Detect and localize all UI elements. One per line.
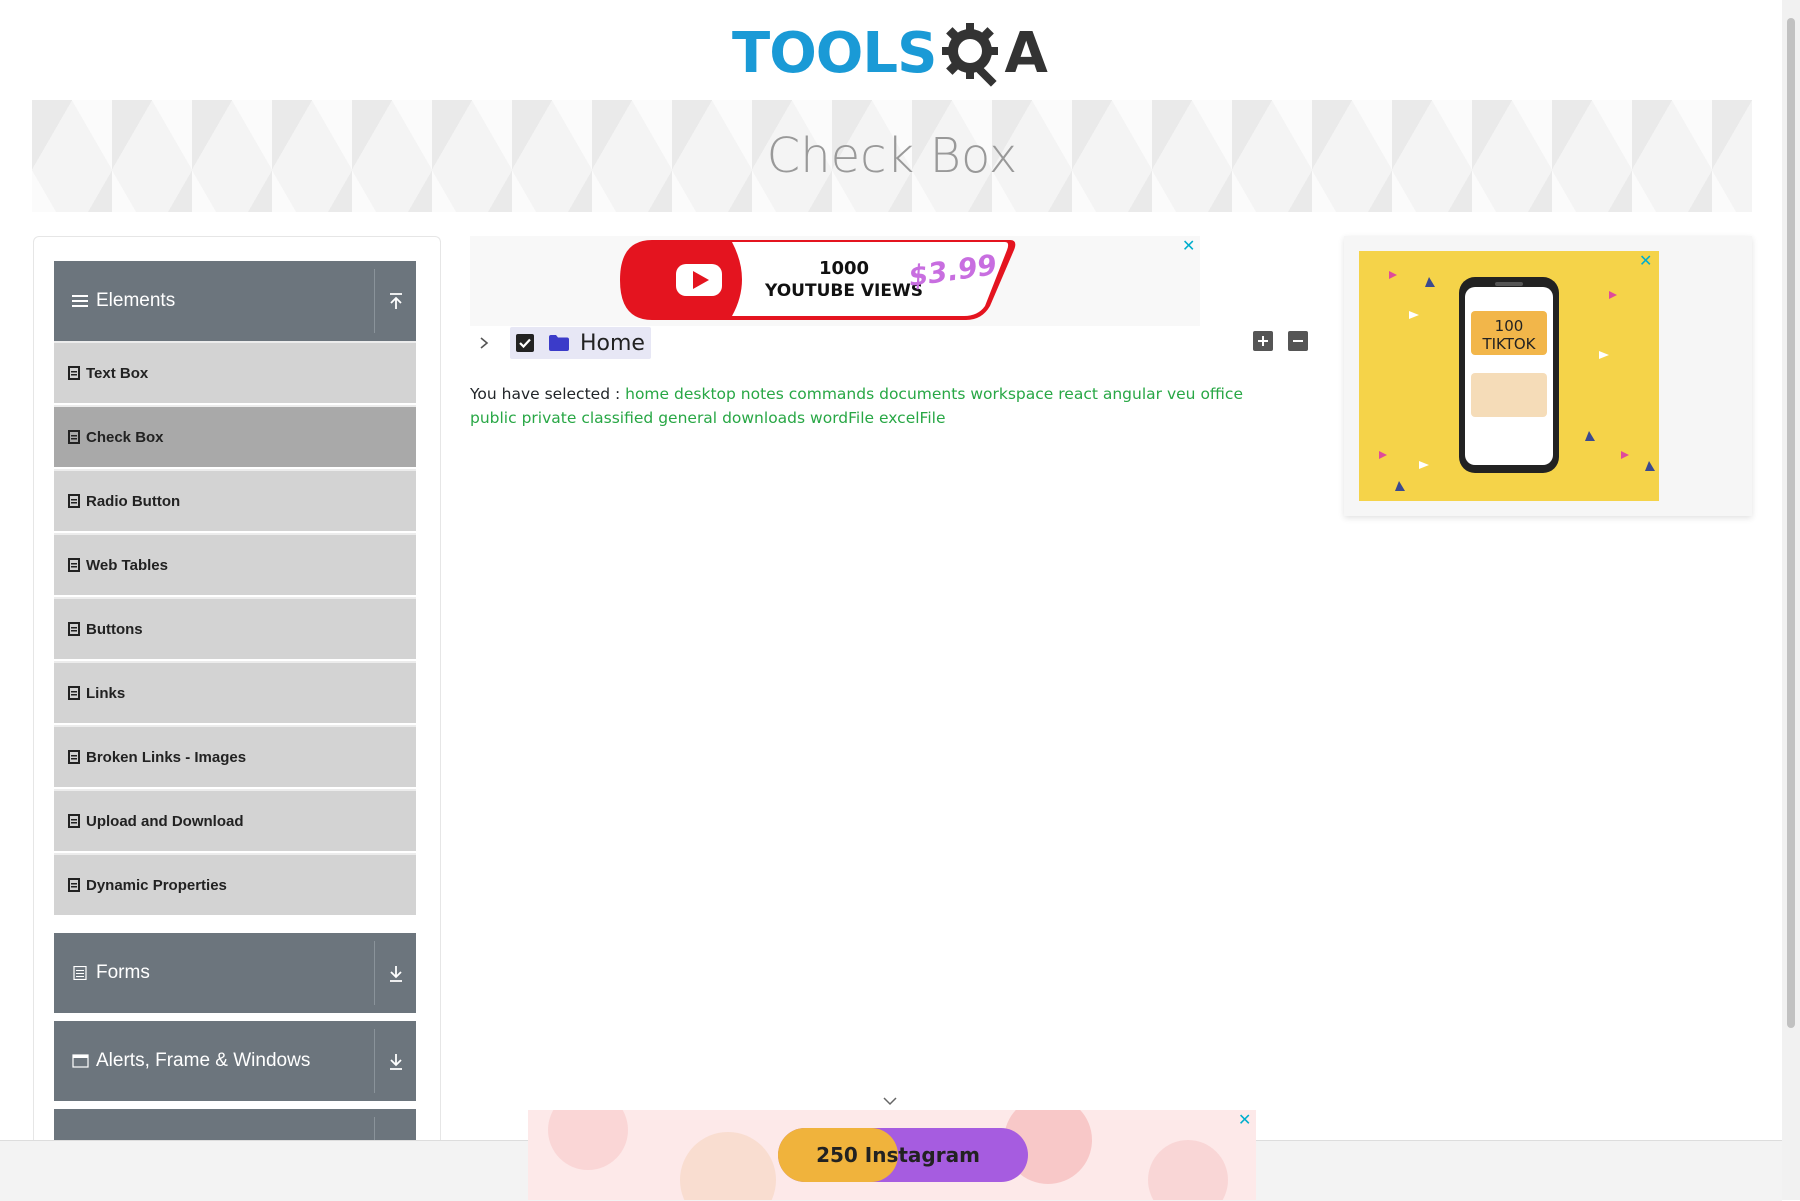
collapse-up-icon[interactable] bbox=[384, 289, 408, 313]
selected-general: general bbox=[658, 409, 718, 427]
selected-notes: notes bbox=[740, 385, 784, 403]
selected-angular: angular bbox=[1102, 385, 1163, 403]
document-icon bbox=[68, 814, 80, 828]
selected-workspace: workspace bbox=[970, 385, 1054, 403]
result-prefix: You have selected : bbox=[470, 385, 621, 403]
selected-veu: veu bbox=[1166, 385, 1196, 403]
selection-result: You have selected : home desktop notes c… bbox=[470, 382, 1290, 430]
chevron-down-icon[interactable] bbox=[882, 1096, 898, 1106]
expand-all-button[interactable] bbox=[1253, 331, 1273, 351]
gear-magnifier-icon bbox=[942, 23, 999, 87]
sidebar-item-label: Broken Links - Images bbox=[86, 748, 247, 766]
folder-icon bbox=[549, 335, 569, 351]
document-icon bbox=[68, 622, 80, 636]
group-elements-header[interactable]: Elements bbox=[54, 261, 416, 341]
expand-down-icon[interactable] bbox=[384, 1049, 408, 1073]
form-icon bbox=[73, 966, 87, 980]
scrollbar-thumb[interactable] bbox=[1787, 18, 1795, 1028]
sidebar-item-label: Radio Button bbox=[86, 492, 181, 510]
logo-tools-text: TOOLS bbox=[732, 20, 937, 86]
page-scrollbar[interactable] bbox=[1782, 0, 1800, 1200]
group-elements-label: Elements bbox=[96, 290, 176, 311]
document-icon bbox=[68, 366, 80, 380]
selected-documents: documents bbox=[879, 385, 966, 403]
sidebar-item-broken-links[interactable]: Broken Links - Images bbox=[54, 725, 416, 787]
tiktok-ad-graphic: 100 TIKTOK bbox=[1379, 271, 1655, 491]
group-divider bbox=[374, 1029, 375, 1093]
sidebar-item-label: Upload and Download bbox=[86, 812, 244, 830]
group-divider bbox=[374, 269, 375, 333]
left-sidebar: Elements Text Box Check Box Radio Button… bbox=[33, 236, 441, 1157]
ad-top-line2: YOUTUBE VIEWS bbox=[764, 281, 923, 301]
document-icon bbox=[68, 686, 80, 700]
group-divider bbox=[374, 941, 375, 1005]
selected-wordfile: wordFile bbox=[810, 409, 875, 427]
plus-square-icon bbox=[1258, 336, 1268, 346]
sidebar-item-dynamic-properties[interactable]: Dynamic Properties bbox=[54, 853, 416, 915]
group-forms-label: Forms bbox=[96, 962, 150, 983]
selected-classified: classified bbox=[581, 409, 654, 427]
minus-square-icon bbox=[1293, 340, 1303, 342]
tree-node-home[interactable]: Home bbox=[510, 327, 651, 359]
page-banner: Check Box bbox=[32, 100, 1752, 212]
sidebar-item-radio-button[interactable]: Radio Button bbox=[54, 469, 416, 531]
selected-office: office bbox=[1200, 385, 1243, 403]
document-icon bbox=[68, 494, 80, 508]
expand-down-icon[interactable] bbox=[384, 961, 408, 985]
ad-bottom-banner[interactable]: 250 Instagram ✕ bbox=[528, 1110, 1256, 1200]
window-icon bbox=[72, 1054, 89, 1068]
group-alerts-header[interactable]: Alerts, Frame & Windows bbox=[54, 1021, 416, 1101]
group-forms-header[interactable]: Forms bbox=[54, 933, 416, 1013]
selected-desktop: desktop bbox=[674, 385, 736, 403]
ad-right-panel[interactable]: 100 TIKTOK ✕ bbox=[1344, 236, 1752, 516]
sidebar-item-text-box[interactable]: Text Box bbox=[54, 341, 416, 403]
sidebar-item-check-box[interactable]: Check Box bbox=[54, 405, 416, 467]
logo-a-text: A bbox=[1004, 20, 1048, 86]
sidebar-item-label: Check Box bbox=[86, 428, 164, 446]
ad-right-close-icon[interactable]: ✕ bbox=[1639, 251, 1652, 270]
selected-home: home bbox=[625, 385, 670, 403]
collapse-all-button[interactable] bbox=[1288, 331, 1308, 351]
selected-commands: commands bbox=[788, 385, 875, 403]
selected-public: public bbox=[470, 409, 517, 427]
home-checkbox[interactable] bbox=[516, 334, 534, 352]
youtube-ad-graphic: 1000 YOUTUBE VIEWS $3.99 bbox=[620, 240, 1016, 320]
expand-caret-icon[interactable] bbox=[470, 329, 498, 357]
checkbox-tree: Home bbox=[470, 326, 651, 360]
group-alerts-label: Alerts, Frame & Windows bbox=[96, 1050, 311, 1071]
hamburger-icon bbox=[72, 295, 88, 307]
document-icon bbox=[68, 430, 80, 444]
sidebar-item-web-tables[interactable]: Web Tables bbox=[54, 533, 416, 595]
document-icon bbox=[68, 750, 80, 764]
toolsqa-logo[interactable]: TOOLS A bbox=[732, 14, 1048, 92]
ad-right-line2: TIKTOK bbox=[1481, 335, 1536, 353]
checkmark-icon bbox=[519, 338, 531, 349]
selected-react: react bbox=[1058, 385, 1098, 403]
sidebar-item-label: Text Box bbox=[86, 364, 149, 382]
ad-top-line1: 1000 bbox=[819, 258, 869, 279]
instagram-ad-graphic: 250 Instagram bbox=[548, 1110, 1228, 1200]
ad-bottom-text: 250 Instagram bbox=[816, 1143, 980, 1167]
document-icon bbox=[68, 878, 80, 892]
sidebar-item-upload-download[interactable]: Upload and Download bbox=[54, 789, 416, 851]
ad-top-close-icon[interactable]: ✕ bbox=[1182, 236, 1195, 255]
selected-private: private bbox=[521, 409, 577, 427]
home-label: Home bbox=[580, 330, 645, 356]
sidebar-item-label: Buttons bbox=[86, 620, 143, 638]
sidebar-item-label: Dynamic Properties bbox=[86, 876, 227, 894]
sidebar-item-label: Web Tables bbox=[86, 556, 168, 574]
tiktok-ad-card[interactable]: 100 TIKTOK ✕ bbox=[1359, 251, 1659, 501]
selected-excelfile: excelFile bbox=[879, 409, 946, 427]
ad-top-banner[interactable]: 1000 YOUTUBE VIEWS $3.99 ✕ bbox=[470, 236, 1200, 326]
sidebar-item-links[interactable]: Links bbox=[54, 661, 416, 723]
ad-bottom-close-icon[interactable]: ✕ bbox=[1238, 1110, 1251, 1129]
sidebar-item-label: Links bbox=[86, 684, 126, 702]
sidebar-item-buttons[interactable]: Buttons bbox=[54, 597, 416, 659]
document-icon bbox=[68, 558, 80, 572]
ad-right-line1: 100 bbox=[1495, 317, 1524, 335]
selected-downloads: downloads bbox=[722, 409, 806, 427]
page-title: Check Box bbox=[766, 128, 1018, 184]
